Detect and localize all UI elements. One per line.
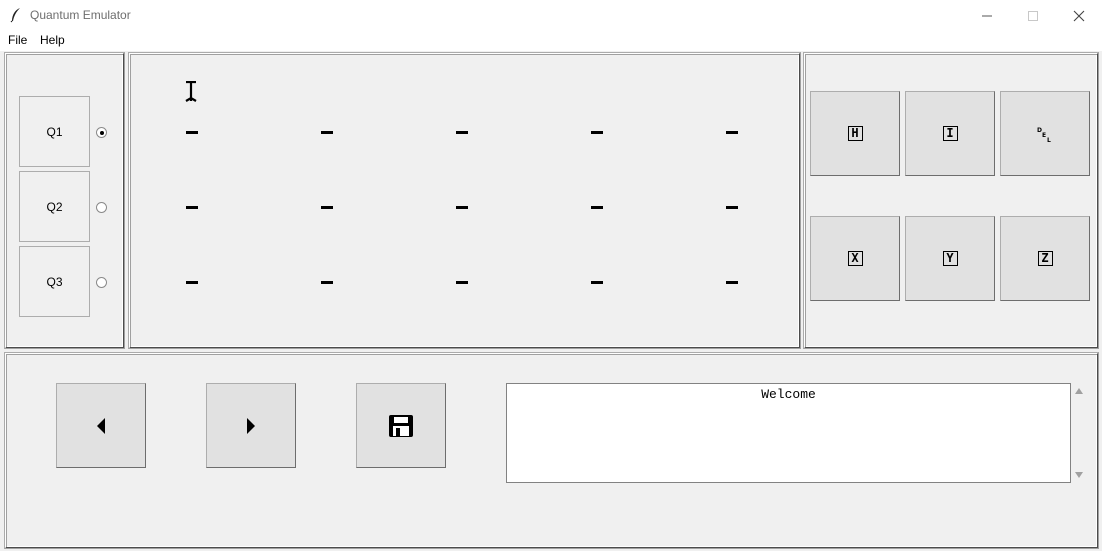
qubit-radio-q2[interactable] (96, 202, 107, 213)
triangle-right-icon (247, 417, 255, 434)
menu-file[interactable]: File (8, 33, 27, 47)
qubit-label: Q2 (46, 199, 63, 214)
qubit-radio-q3[interactable] (96, 277, 107, 288)
svg-text:E: E (1042, 132, 1046, 139)
close-icon (1073, 10, 1085, 21)
qubit-radio-q1[interactable] (96, 127, 107, 138)
gate-y-button[interactable]: Y (905, 216, 995, 301)
circuit-slot[interactable] (321, 131, 333, 134)
qubit-button-q2[interactable]: Q2 (19, 171, 90, 242)
gate-x-icon: X (847, 251, 863, 266)
gate-h-icon: H (847, 126, 863, 141)
circuit-slot[interactable] (591, 131, 603, 134)
circuit-slot[interactable] (726, 131, 738, 134)
save-button[interactable] (356, 383, 446, 468)
title-bar: Quantum Emulator (0, 0, 1102, 31)
maximize-icon (1028, 10, 1038, 21)
minimize-button[interactable] (964, 0, 1010, 31)
gate-y-icon: Y (942, 251, 958, 266)
circuit-slot[interactable] (456, 206, 468, 209)
gate-i-icon: I (942, 126, 958, 141)
gate-z-icon: Z (1037, 251, 1053, 266)
previous-step-button[interactable] (56, 383, 146, 468)
circuit-slot[interactable] (321, 206, 333, 209)
circuit-slot[interactable] (456, 281, 468, 284)
floppy-disk-icon (389, 414, 413, 437)
circuit-slot[interactable] (186, 281, 198, 284)
next-step-button[interactable] (206, 383, 296, 468)
circuit-slot[interactable] (321, 281, 333, 284)
scroll-down-icon[interactable] (1074, 471, 1084, 479)
qubit-button-q3[interactable]: Q3 (19, 246, 90, 317)
menu-bar: File Help (0, 31, 1102, 51)
circuit-panel (128, 52, 801, 349)
output-textbox[interactable]: Welcome (506, 383, 1071, 483)
gate-h-button[interactable]: H (810, 91, 900, 176)
circuit-slot[interactable] (591, 281, 603, 284)
circuit-slot[interactable] (186, 131, 198, 134)
delete-gate-button[interactable]: D E L (1000, 91, 1090, 176)
gate-x-button[interactable]: X (810, 216, 900, 301)
maximize-button[interactable] (1010, 0, 1056, 31)
minimize-icon (982, 15, 992, 16)
circuit-slot[interactable] (726, 281, 738, 284)
scroll-up-icon[interactable] (1074, 387, 1084, 395)
client-area: Q1 Q2 Q3 H I D E L X Y Z Welcome (0, 51, 1102, 551)
gate-z-button[interactable]: Z (1000, 216, 1090, 301)
circuit-slot[interactable] (591, 206, 603, 209)
qubit-label: Q3 (46, 274, 63, 289)
qubit-button-q1[interactable]: Q1 (19, 96, 90, 167)
close-button[interactable] (1056, 0, 1102, 31)
qubit-label: Q1 (46, 124, 63, 139)
menu-help[interactable]: Help (40, 33, 65, 47)
feather-icon (8, 7, 24, 23)
circuit-slot[interactable] (726, 206, 738, 209)
window-title: Quantum Emulator (30, 8, 131, 22)
svg-text:L: L (1047, 137, 1051, 144)
circuit-slot[interactable] (456, 131, 468, 134)
circuit-slot[interactable] (186, 206, 198, 209)
gate-i-button[interactable]: I (905, 91, 995, 176)
triangle-left-icon (97, 417, 105, 434)
insert-cursor-icon (185, 81, 197, 102)
output-text: Welcome (761, 387, 816, 402)
delete-icon: D E L (1037, 127, 1051, 144)
